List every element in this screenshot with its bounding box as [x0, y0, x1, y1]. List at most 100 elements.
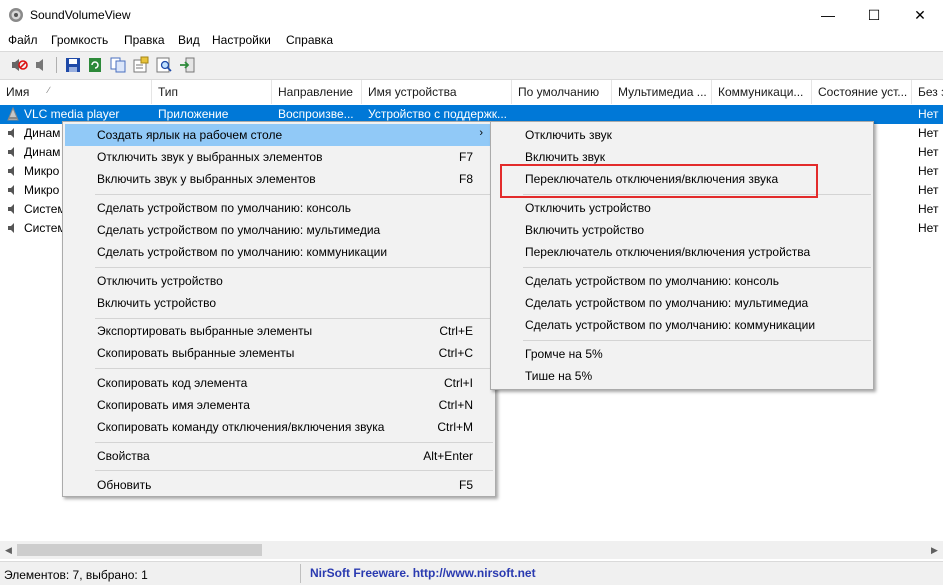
column-header-name[interactable]: Имя ∕ — [0, 80, 152, 104]
speaker-icon — [8, 147, 14, 157]
row-no-sound: Нет — [918, 164, 939, 178]
scroll-left-icon[interactable]: ◀ — [0, 541, 17, 559]
row-name: VLC media player — [24, 107, 120, 121]
title-bar: SoundVolumeView — ☐ ✕ — [0, 0, 943, 30]
copy-icon[interactable] — [109, 56, 127, 74]
submenu-volume-up[interactable]: Громче на 5% — [493, 343, 871, 365]
menu-disable-device[interactable]: Отключить устройство — [65, 270, 493, 292]
menu-default-multimedia[interactable]: Сделать устройством по умолчанию: мульти… — [65, 219, 493, 241]
menu-view[interactable]: Вид — [178, 33, 200, 47]
row-direction: Воспроизве... — [278, 107, 354, 121]
speaker-icon[interactable] — [32, 56, 50, 74]
row-no-sound: Нет — [918, 145, 939, 159]
menu-separator — [95, 470, 493, 471]
menu-volume[interactable]: Громкость — [51, 33, 108, 47]
exit-icon[interactable] — [178, 56, 196, 74]
menu-copy-selected[interactable]: Скопировать выбранные элементы Ctrl+C — [65, 342, 493, 364]
menu-separator — [95, 318, 493, 319]
window-title: SoundVolumeView — [30, 8, 131, 22]
system-sound-icon — [8, 204, 14, 214]
speaker-icon — [8, 128, 14, 138]
menu-separator — [523, 267, 871, 268]
toolbar — [0, 51, 943, 80]
status-bar: Элементов: 7, выбрано: 1 NirSoft Freewar… — [0, 561, 943, 585]
submenu-volume-down[interactable]: Тише на 5% — [493, 365, 871, 387]
column-header-direction[interactable]: Направление — [272, 80, 362, 104]
submenu-default-communications[interactable]: Сделать устройством по умолчанию: коммун… — [493, 314, 871, 336]
row-no-sound: Нет — [918, 126, 939, 140]
properties-icon[interactable] — [132, 56, 150, 74]
row-no-sound: Нет — [918, 107, 939, 121]
submenu-disable-device[interactable]: Отключить устройство — [493, 197, 871, 219]
menu-bar: Файл Громкость Правка Вид Настройки Спра… — [0, 30, 943, 50]
column-header-communications[interactable]: Коммуникаци... — [712, 80, 812, 104]
sort-arrow-icon: ∕ — [48, 85, 50, 95]
status-divider — [300, 564, 301, 583]
menu-enable-device[interactable]: Включить устройство — [65, 292, 493, 314]
mute-speaker-icon[interactable] — [10, 56, 28, 74]
microphone-icon — [8, 185, 14, 195]
maximize-button[interactable]: ☐ — [851, 0, 897, 30]
refresh-icon[interactable] — [86, 56, 104, 74]
scroll-right-icon[interactable]: ▶ — [926, 541, 943, 559]
column-header-no-sound[interactable]: Без з — [912, 80, 943, 104]
menu-separator — [95, 442, 493, 443]
menu-default-communications[interactable]: Сделать устройством по умолчанию: коммун… — [65, 241, 493, 263]
row-name: Систем — [24, 202, 64, 216]
row-device: Устройство с поддержк... — [368, 107, 507, 121]
menu-settings[interactable]: Настройки — [212, 33, 271, 47]
menu-refresh[interactable]: Обновить F5 — [65, 474, 493, 496]
row-no-sound: Нет — [918, 202, 939, 216]
system-sound-icon — [8, 223, 14, 233]
row-no-sound: Нет — [918, 183, 939, 197]
menu-copy-mute-command[interactable]: Скопировать команду отключения/включения… — [65, 416, 493, 438]
menu-edit[interactable]: Правка — [124, 33, 165, 47]
row-name: Систем — [24, 221, 64, 235]
menu-copy-item-name[interactable]: Скопировать имя элемента Ctrl+N — [65, 394, 493, 416]
column-header-default[interactable]: По умолчанию — [512, 80, 612, 104]
row-no-sound: Нет — [918, 221, 939, 235]
minimize-button[interactable]: — — [805, 0, 851, 30]
row-name: Микро — [24, 183, 60, 197]
menu-properties[interactable]: Свойства Alt+Enter — [65, 445, 493, 467]
save-icon[interactable] — [64, 56, 82, 74]
row-type: Приложение — [158, 107, 229, 121]
menu-separator — [95, 194, 493, 195]
menu-unmute-selected[interactable]: Включить звук у выбранных элементов F8 — [65, 168, 493, 190]
close-button[interactable]: ✕ — [897, 0, 943, 30]
column-header-device-state[interactable]: Состояние уст... — [812, 80, 912, 104]
context-menu: Создать ярлык на рабочем столе › Отключи… — [62, 121, 496, 497]
menu-export-selected[interactable]: Экспортировать выбранные элементы Ctrl+E — [65, 320, 493, 342]
row-name: Микро — [24, 164, 60, 178]
menu-default-console[interactable]: Сделать устройством по умолчанию: консол… — [65, 197, 493, 219]
submenu-mute[interactable]: Отключить звук — [493, 124, 871, 146]
column-header-device-name[interactable]: Имя устройства — [362, 80, 512, 104]
menu-separator — [95, 267, 493, 268]
app-speaker-icon — [9, 8, 23, 22]
menu-copy-item-id[interactable]: Скопировать код элемента Ctrl+I — [65, 372, 493, 394]
vlc-icon — [7, 107, 19, 121]
menu-help[interactable]: Справка — [286, 33, 333, 47]
row-name: Динам — [24, 145, 61, 159]
toolbar-separator — [56, 57, 57, 73]
submenu-default-console[interactable]: Сделать устройством по умолчанию: консол… — [493, 270, 871, 292]
submenu-toggle-device[interactable]: Переключатель отключения/включения устро… — [493, 241, 871, 263]
item-count: Элементов: 7, выбрано: 1 — [4, 568, 148, 582]
menu-mute-selected[interactable]: Отключить звук у выбранных элементов F7 — [65, 146, 493, 168]
microphone-icon — [8, 166, 14, 176]
column-header-type[interactable]: Тип — [152, 80, 272, 104]
shortcut-submenu: Отключить звук Включить звук Переключате… — [490, 121, 874, 390]
app-window: SoundVolumeView — ☐ ✕ Файл Громкость Пра… — [0, 0, 943, 585]
row-name: Динам — [24, 126, 61, 140]
column-header-multimedia[interactable]: Мультимедиа ... — [612, 80, 712, 104]
find-icon[interactable] — [155, 56, 173, 74]
highlight-annotation — [500, 164, 818, 198]
horizontal-scrollbar[interactable]: ◀ ▶ — [0, 541, 943, 559]
submenu-enable-device[interactable]: Включить устройство — [493, 219, 871, 241]
scrollbar-thumb[interactable] — [17, 544, 262, 556]
menu-separator — [523, 340, 871, 341]
submenu-default-multimedia[interactable]: Сделать устройством по умолчанию: мульти… — [493, 292, 871, 314]
menu-file[interactable]: Файл — [8, 33, 38, 47]
menu-create-shortcut[interactable]: Создать ярлык на рабочем столе › — [65, 124, 493, 146]
nirsoft-link[interactable]: NirSoft Freeware. http://www.nirsoft.net — [310, 566, 536, 580]
